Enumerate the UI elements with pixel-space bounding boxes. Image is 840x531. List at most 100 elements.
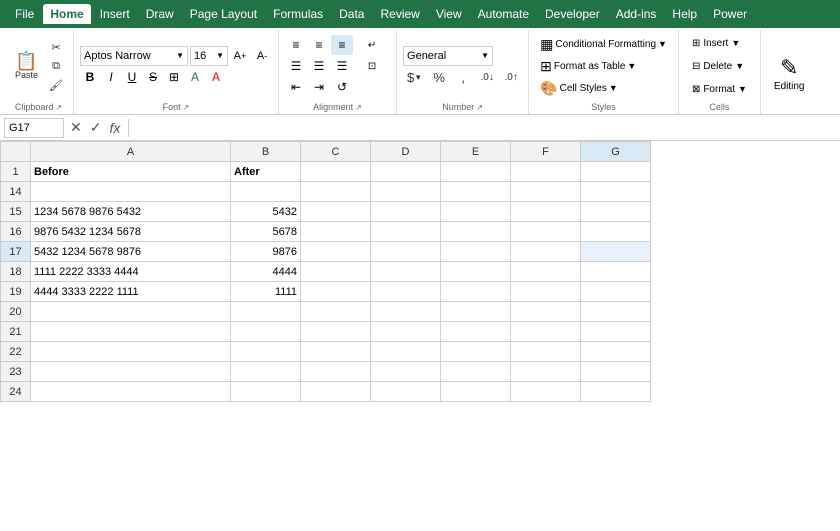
cell-d24[interactable]	[371, 382, 441, 402]
cell-a16[interactable]: 9876 5432 1234 5678	[31, 222, 231, 242]
cell-b20[interactable]	[231, 302, 301, 322]
cell-b19[interactable]: 1111	[231, 282, 301, 302]
menu-view[interactable]: View	[429, 4, 469, 24]
cell-d22[interactable]	[371, 342, 441, 362]
percent-button[interactable]: %	[428, 68, 450, 87]
clipboard-expand-icon[interactable]: ↗	[55, 103, 62, 112]
row-header-1[interactable]: 1	[1, 162, 31, 182]
formula-fx-button[interactable]: fx	[107, 120, 122, 136]
cell-e14[interactable]	[441, 182, 511, 202]
cell-d20[interactable]	[371, 302, 441, 322]
cell-b16[interactable]: 5678	[231, 222, 301, 242]
align-mid-right-button[interactable]: ☰	[331, 56, 353, 76]
row-header-14[interactable]: 14	[1, 182, 31, 202]
menu-page-layout[interactable]: Page Layout	[183, 4, 264, 24]
wrap-text-button[interactable]: ↵	[354, 35, 390, 55]
menu-data[interactable]: Data	[332, 4, 371, 24]
row-header-23[interactable]: 23	[1, 362, 31, 382]
formula-input[interactable]	[135, 118, 836, 138]
row-header-19[interactable]: 19	[1, 282, 31, 302]
cell-e24[interactable]	[441, 382, 511, 402]
increase-font-button[interactable]: A+	[230, 46, 250, 66]
menu-formulas[interactable]: Formulas	[266, 4, 330, 24]
row-header-22[interactable]: 22	[1, 342, 31, 362]
cell-g21[interactable]	[581, 322, 651, 342]
cell-d15[interactable]	[371, 202, 441, 222]
cell-d16[interactable]	[371, 222, 441, 242]
cell-reference-box[interactable]: G17	[4, 118, 64, 138]
conditional-formatting-button[interactable]: ▦ Conditional Formatting ▼	[535, 33, 672, 55]
currency-button[interactable]: $▼	[403, 68, 426, 87]
cell-b15[interactable]: 5432	[231, 202, 301, 222]
cell-g19[interactable]	[581, 282, 651, 302]
indent-decrease-button[interactable]: ⇤	[285, 77, 307, 97]
formula-confirm-button[interactable]: ✓	[88, 119, 104, 136]
menu-file[interactable]: File	[8, 4, 41, 24]
cell-f21[interactable]	[511, 322, 581, 342]
cell-f24[interactable]	[511, 382, 581, 402]
decrease-font-button[interactable]: A-	[252, 46, 272, 66]
format-painter-button[interactable]: 🖌	[45, 76, 67, 94]
cell-f14[interactable]	[511, 182, 581, 202]
col-header-f[interactable]: F	[511, 142, 581, 162]
col-header-e[interactable]: E	[441, 142, 511, 162]
cell-a19[interactable]: 4444 3333 2222 1111	[31, 282, 231, 302]
cell-c16[interactable]	[301, 222, 371, 242]
cell-c21[interactable]	[301, 322, 371, 342]
col-header-c[interactable]: C	[301, 142, 371, 162]
cell-f1[interactable]	[511, 162, 581, 182]
align-top-center-button[interactable]: ≡	[308, 35, 330, 55]
cell-g17[interactable]	[581, 242, 651, 262]
format-button[interactable]: ⊠ Format ▼	[685, 78, 754, 100]
delete-button[interactable]: ⊟ Delete ▼	[685, 55, 754, 77]
cell-a23[interactable]	[31, 362, 231, 382]
cell-e23[interactable]	[441, 362, 511, 382]
cell-c20[interactable]	[301, 302, 371, 322]
cell-e17[interactable]	[441, 242, 511, 262]
cell-e19[interactable]	[441, 282, 511, 302]
menu-automate[interactable]: Automate	[471, 4, 536, 24]
cell-f18[interactable]	[511, 262, 581, 282]
cell-a22[interactable]	[31, 342, 231, 362]
cell-d17[interactable]	[371, 242, 441, 262]
cell-a18[interactable]: 1111 2222 3333 4444	[31, 262, 231, 282]
cell-c14[interactable]	[301, 182, 371, 202]
cell-b17[interactable]: 9876	[231, 242, 301, 262]
cell-f17[interactable]	[511, 242, 581, 262]
cell-e22[interactable]	[441, 342, 511, 362]
col-header-g[interactable]: G	[581, 142, 651, 162]
row-header-21[interactable]: 21	[1, 322, 31, 342]
format-as-table-button[interactable]: ⊞ Format as Table ▼	[535, 55, 672, 77]
cell-e21[interactable]	[441, 322, 511, 342]
cell-f22[interactable]	[511, 342, 581, 362]
menu-power[interactable]: Power	[706, 4, 754, 24]
cell-f15[interactable]	[511, 202, 581, 222]
menu-addins[interactable]: Add-ins	[609, 4, 664, 24]
cell-g14[interactable]	[581, 182, 651, 202]
menu-insert[interactable]: Insert	[93, 4, 137, 24]
menu-developer[interactable]: Developer	[538, 4, 607, 24]
text-direction-button[interactable]: ↺	[331, 77, 353, 97]
cell-c17[interactable]	[301, 242, 371, 262]
cell-b1[interactable]: After	[231, 162, 301, 182]
menu-draw[interactable]: Draw	[139, 4, 181, 24]
font-name-dropdown[interactable]: Aptos Narrow ▼	[80, 46, 188, 66]
cell-a21[interactable]	[31, 322, 231, 342]
cell-e16[interactable]	[441, 222, 511, 242]
number-expand-icon[interactable]: ↗	[476, 103, 483, 112]
menu-review[interactable]: Review	[373, 4, 426, 24]
cell-g1[interactable]	[581, 162, 651, 182]
bold-button[interactable]: B	[80, 67, 100, 87]
align-mid-center-button[interactable]: ☰	[308, 56, 330, 76]
cell-c15[interactable]	[301, 202, 371, 222]
cell-e1[interactable]	[441, 162, 511, 182]
cell-b21[interactable]	[231, 322, 301, 342]
cell-c18[interactable]	[301, 262, 371, 282]
indent-increase-button[interactable]: ⇥	[308, 77, 330, 97]
decrease-decimal-button[interactable]: .0↓	[476, 68, 498, 86]
cell-c22[interactable]	[301, 342, 371, 362]
cell-g22[interactable]	[581, 342, 651, 362]
merge-button[interactable]: ⊡	[354, 56, 390, 76]
font-color-button[interactable]: A	[206, 67, 226, 87]
cell-a20[interactable]	[31, 302, 231, 322]
